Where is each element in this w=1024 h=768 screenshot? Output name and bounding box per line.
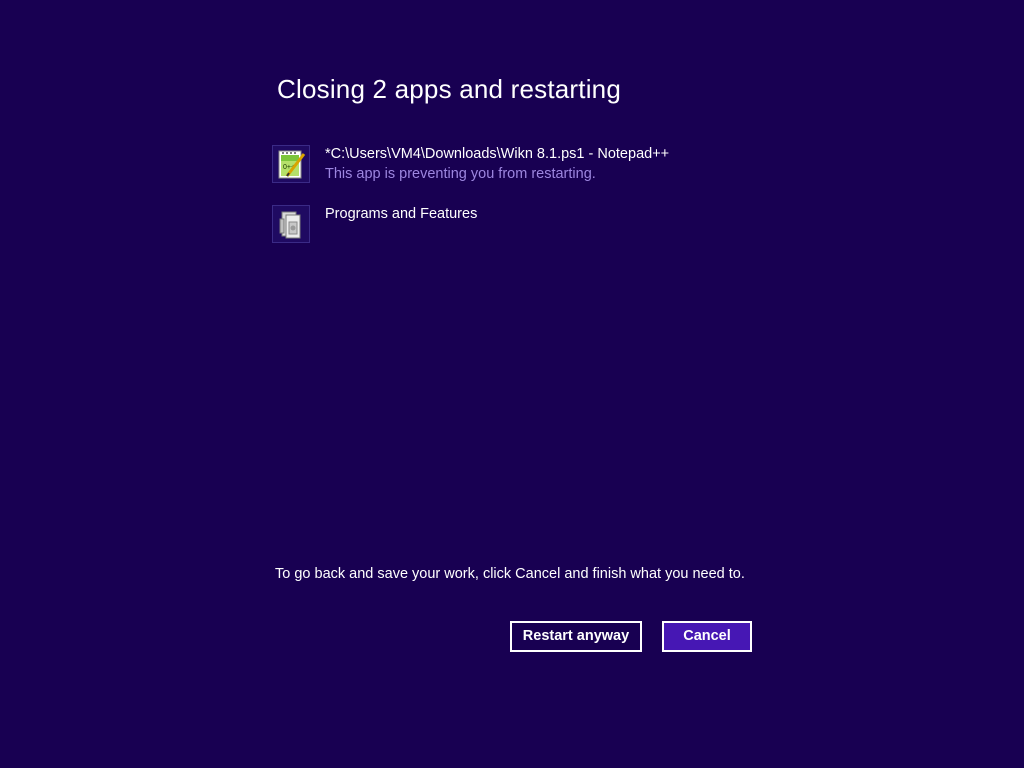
list-item-programs-and-features: Programs and Features	[272, 205, 872, 245]
save-work-hint: To go back and save your work, click Can…	[275, 566, 745, 582]
list-item-notepad: 0++ *C:\Users\VM4\Downloads\Wikn 8.1.ps1…	[272, 145, 872, 185]
blocking-apps-list: 0++ *C:\Users\VM4\Downloads\Wikn 8.1.ps1…	[272, 145, 872, 265]
programs-and-features-icon	[272, 205, 310, 243]
restart-screen: Closing 2 apps and restarting 0++ *C:\Us…	[0, 0, 1024, 768]
restart-anyway-button[interactable]: Restart anyway	[510, 621, 642, 652]
app-status: This app is preventing you from restarti…	[325, 166, 596, 182]
page-title: Closing 2 apps and restarting	[277, 74, 622, 104]
app-name: *C:\Users\VM4\Downloads\Wikn 8.1.ps1 - N…	[325, 146, 670, 162]
cancel-button[interactable]: Cancel	[662, 621, 752, 652]
app-name: Programs and Features	[325, 206, 478, 222]
notepad-plus-plus-icon: 0++	[272, 145, 310, 183]
